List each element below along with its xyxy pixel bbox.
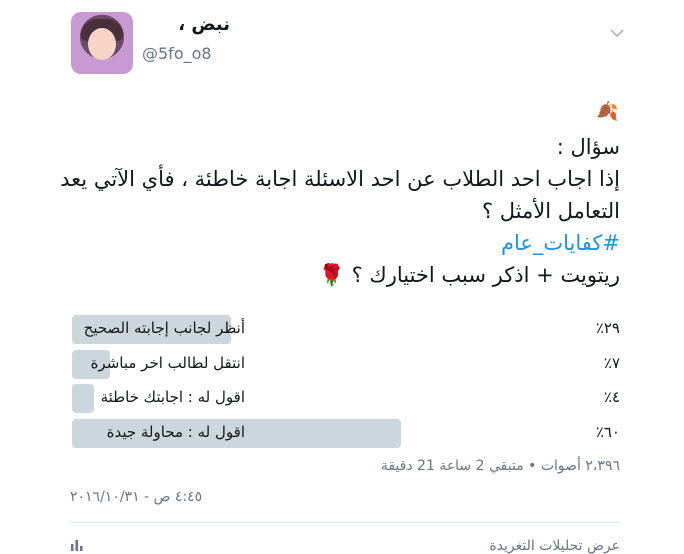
- poll-option-percent: ٧٪: [603, 354, 620, 372]
- poll-option-percent: ٢٩٪: [595, 319, 620, 337]
- chevron-down-icon[interactable]: [610, 28, 624, 38]
- tweet-line: سؤال :: [556, 135, 620, 159]
- poll-bar: [72, 384, 94, 413]
- hashtag-link[interactable]: #كفايات_عام: [100, 227, 620, 259]
- poll-option[interactable]: اقول له : محاولة جيدة ٦٠٪: [72, 419, 620, 448]
- tweet-line: ريتويت + اذكر سبب اختيارك ؟ 🌹: [318, 263, 620, 287]
- poll-option-label: أنظر لجانب إجابته الصحيح: [83, 319, 245, 337]
- display-name[interactable]: نبض ،: [150, 14, 230, 35]
- bar-chart-icon[interactable]: [70, 540, 84, 551]
- tweet-timestamp[interactable]: ٤:٤٥ ص - ٢٠١٦/١٠/٣١: [70, 489, 202, 505]
- poll-option-percent: ٤٪: [603, 388, 620, 406]
- poll-option-label: انتقل لطالب اخر مباشرة: [90, 354, 245, 372]
- tweet-line: إذا اجاب احد الطلاب عن احد الاسئلة اجابة…: [60, 167, 620, 191]
- leaf-emoji: 🍂: [596, 101, 619, 122]
- poll-option-percent: ٦٠٪: [595, 423, 620, 441]
- avatar[interactable]: [71, 12, 133, 74]
- poll-option[interactable]: اقول له : اجابتك خاطئة ٤٪: [72, 384, 620, 413]
- poll-option[interactable]: انتقل لطالب اخر مباشرة ٧٪: [72, 350, 620, 379]
- poll-option[interactable]: أنظر لجانب إجابته الصحيح ٢٩٪: [72, 315, 620, 344]
- poll-option-label: اقول له : اجابتك خاطئة: [100, 388, 245, 406]
- tweet-line: التعامل الأمثل ؟: [481, 199, 620, 223]
- user-handle[interactable]: @5fo_o8: [142, 44, 212, 63]
- divider: [70, 522, 620, 523]
- tweet-text: سؤال : إذا اجاب احد الطلاب عن احد الاسئل…: [60, 131, 620, 291]
- poll-option-label: اقول له : محاولة جيدة: [106, 423, 245, 441]
- view-analytics-link[interactable]: عرض تحليلات التغريدة: [489, 538, 620, 554]
- poll-meta: ٢،٣٩٦ أصوات • متبقي 2 ساعة 21 دقيقة: [380, 458, 620, 474]
